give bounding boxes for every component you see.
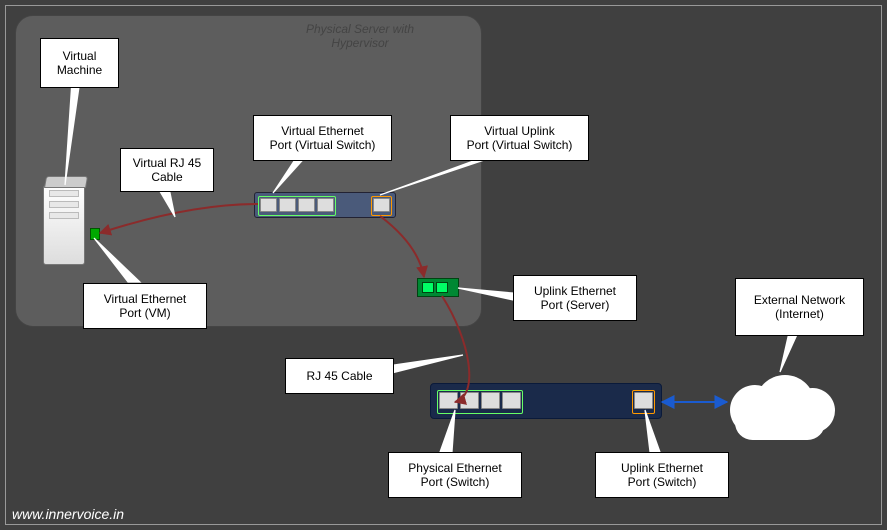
diagram-stage: Physical Server withHypervisor VirtualMa…: [0, 0, 887, 530]
callout-uplink-server: Uplink EthernetPort (Server): [513, 275, 637, 321]
callout-uplink-switch: Uplink EthernetPort (Switch): [595, 452, 729, 498]
callout-vm: VirtualMachine: [40, 38, 119, 88]
vm-ethernet-port-icon: [90, 228, 100, 240]
callout-external-network: External Network(Internet): [735, 278, 864, 336]
callout-vuplink: Virtual UplinkPort (Virtual Switch): [450, 115, 589, 161]
vswitch-eth-port-group: [258, 196, 336, 216]
callout-phys-port: Physical EthernetPort (Switch): [388, 452, 522, 498]
callout-rj45: RJ 45 Cable: [285, 358, 394, 394]
cloud-internet-icon: [720, 370, 840, 440]
callout-veth-vm: Virtual EthernetPort (VM): [83, 283, 207, 329]
callout-veth-switch: Virtual EthernetPort (Virtual Switch): [253, 115, 392, 161]
server-uplink-nic-icon: [417, 278, 459, 297]
pswitch-eth-port-group: [437, 390, 523, 414]
physical-switch-icon: [430, 383, 662, 419]
vswitch-uplink-port: [371, 196, 392, 216]
server-tower-icon: [43, 185, 85, 265]
watermark: www.innervoice.in: [12, 506, 124, 522]
hypervisor-title: Physical Server withHypervisor: [260, 22, 460, 50]
virtual-switch-icon: [254, 192, 396, 218]
callout-virtual-rj45: Virtual RJ 45Cable: [120, 148, 214, 192]
pswitch-uplink-port: [632, 390, 655, 414]
